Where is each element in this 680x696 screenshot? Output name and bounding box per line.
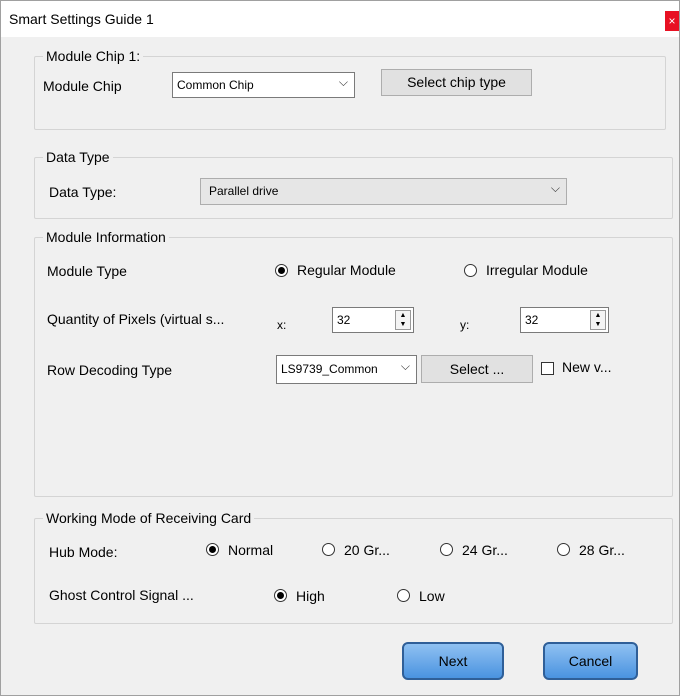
next-button[interactable]: Next <box>402 642 504 680</box>
smart-settings-dialog: Smart Settings Guide 1 × Module Chip 1: … <box>0 0 680 696</box>
hub-mode-normal-label[interactable]: Normal <box>228 542 273 558</box>
working-mode-group-title: Working Mode of Receiving Card <box>43 510 255 526</box>
row-decoding-label: Row Decoding Type <box>47 362 173 378</box>
hub-mode-20-radio[interactable] <box>322 543 335 556</box>
hub-mode-normal-radio[interactable] <box>206 543 219 556</box>
pixels-y-value: 32 <box>525 313 539 327</box>
hub-mode-24-radio[interactable] <box>440 543 453 556</box>
module-chip-dropdown[interactable]: Common Chip ⌵ <box>172 72 355 98</box>
hub-mode-20-label[interactable]: 20 Gr... <box>344 542 390 558</box>
chevron-down-icon: ⌵ <box>338 75 348 89</box>
module-chip-value: Common Chip <box>177 78 254 92</box>
pixels-x-spinner[interactable]: 32 ▲ ▼ <box>332 307 414 333</box>
x-label: x: <box>277 318 287 332</box>
close-icon: × <box>668 14 676 28</box>
new-version-label[interactable]: New v... <box>562 359 612 375</box>
pixels-x-value: 32 <box>337 313 351 327</box>
irregular-module-label[interactable]: Irregular Module <box>486 262 588 278</box>
hub-mode-28-label[interactable]: 28 Gr... <box>579 542 625 558</box>
data-type-label: Data Type: <box>49 184 117 200</box>
new-version-checkbox[interactable] <box>541 362 554 375</box>
ghost-high-label[interactable]: High <box>296 588 325 604</box>
data-type-value: Parallel drive <box>209 184 279 198</box>
working-mode-group: Working Mode of Receiving Card <box>34 510 673 624</box>
data-type-group-title: Data Type <box>43 149 113 165</box>
ghost-low-label[interactable]: Low <box>419 588 445 604</box>
module-chip-label: Module Chip <box>43 78 122 94</box>
hub-mode-24-label[interactable]: 24 Gr... <box>462 542 508 558</box>
row-decoding-dropdown[interactable]: LS9739_Common ⌵ <box>276 355 417 384</box>
title-bar[interactable]: Smart Settings Guide 1 × <box>1 1 679 37</box>
chevron-down-icon: ⌵ <box>550 181 560 195</box>
regular-module-label[interactable]: Regular Module <box>297 262 396 278</box>
cancel-button[interactable]: Cancel <box>543 642 638 680</box>
data-type-dropdown[interactable]: Parallel drive ⌵ <box>200 178 567 205</box>
hub-mode-28-radio[interactable] <box>557 543 570 556</box>
ghost-control-label: Ghost Control Signal ... <box>49 587 194 603</box>
chevron-down-icon: ⌵ <box>400 359 410 373</box>
module-chip-group-title: Module Chip 1: <box>43 48 144 64</box>
hub-mode-label: Hub Mode: <box>49 544 118 560</box>
irregular-module-radio[interactable] <box>464 264 477 277</box>
row-decoding-value: LS9739_Common <box>281 362 378 376</box>
module-type-label: Module Type <box>47 263 127 279</box>
pixels-label: Quantity of Pixels (virtual s... <box>47 311 225 327</box>
row-decoding-select-button[interactable]: Select ... <box>421 355 533 383</box>
spinner-arrows-icon[interactable]: ▲ ▼ <box>395 310 411 330</box>
pixels-y-spinner[interactable]: 32 ▲ ▼ <box>520 307 609 333</box>
spinner-arrows-icon[interactable]: ▲ ▼ <box>590 310 606 330</box>
window-title: Smart Settings Guide 1 <box>9 11 154 27</box>
y-label: y: <box>460 318 470 332</box>
module-information-group-title: Module Information <box>43 229 169 245</box>
ghost-high-radio[interactable] <box>274 589 287 602</box>
regular-module-radio[interactable] <box>275 264 288 277</box>
select-chip-type-button[interactable]: Select chip type <box>381 69 532 96</box>
close-button[interactable]: × <box>665 11 679 31</box>
ghost-low-radio[interactable] <box>397 589 410 602</box>
